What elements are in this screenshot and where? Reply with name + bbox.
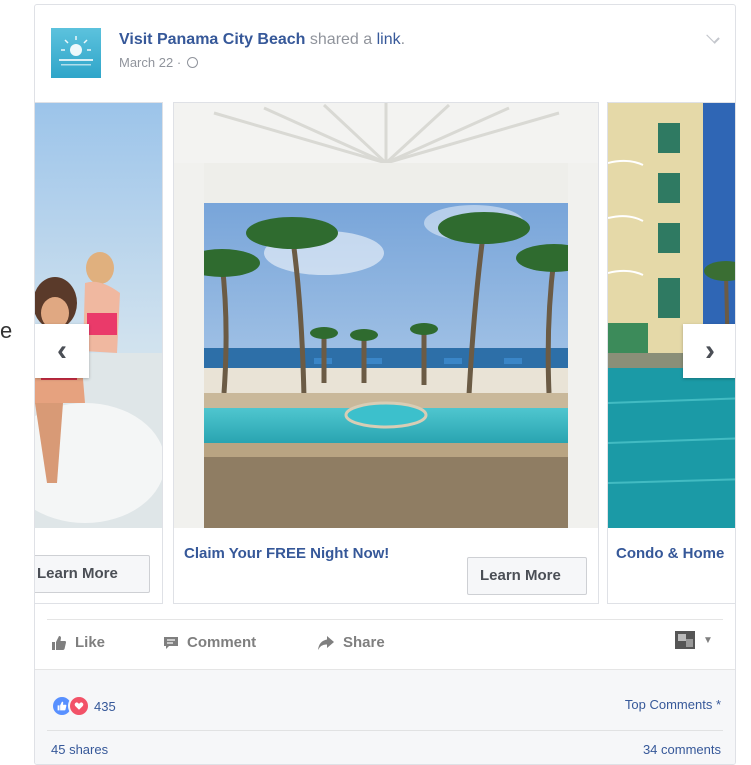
shared-text: shared a <box>305 31 377 48</box>
like-button[interactable]: Like <box>51 634 105 651</box>
page-name-link[interactable]: Visit Panama City Beach <box>119 31 305 48</box>
like-label: Like <box>75 634 106 651</box>
post-header: Visit Panama City Beach shared a link. M… <box>35 5 735 95</box>
carousel-slide-2[interactable]: Claim Your FREE Night Now! Learn More <box>173 102 599 604</box>
share-label: Share <box>343 634 385 651</box>
comment-icon <box>164 636 178 649</box>
reaction-count[interactable]: 435 <box>94 699 116 714</box>
divider <box>47 730 723 731</box>
love-icon <box>68 695 90 717</box>
comment-label: Comment <box>187 634 257 651</box>
reaction-summary[interactable]: 435 <box>51 695 116 717</box>
share-icon <box>318 635 334 650</box>
page-avatar[interactable] <box>51 28 101 78</box>
sun-logo-icon <box>59 36 93 66</box>
slide-image-pool[interactable] <box>174 103 598 528</box>
divider <box>47 619 723 620</box>
slide-caption[interactable]: Condo & Home <box>616 545 724 562</box>
post-card: Visit Panama City Beach shared a link. M… <box>34 4 736 765</box>
stray-text-fragment: e <box>0 318 13 343</box>
post-headline: Visit Panama City Beach shared a link. <box>119 31 405 49</box>
arrow-right-icon[interactable]: › <box>683 324 735 378</box>
share-button[interactable]: Share <box>317 634 385 651</box>
post-as-selector[interactable]: ▼ <box>675 631 713 649</box>
thumbs-up-icon <box>52 635 66 650</box>
post-meta: March 22 · <box>119 55 198 70</box>
headline-period: . <box>400 31 406 48</box>
carousel: Learn More Claim Your FREE Night Now! Le… <box>35 102 735 604</box>
post-date[interactable]: March 22 <box>119 55 173 70</box>
link-word[interactable]: link <box>377 31 401 48</box>
engagement-summary: 435 Top Comments * 45 shares 34 comments <box>35 669 735 764</box>
arrow-left-icon[interactable]: ‹ <box>35 324 89 378</box>
slide-image-condo[interactable] <box>608 103 735 528</box>
date-separator: · <box>173 55 185 70</box>
comment-button[interactable]: Comment <box>163 634 256 651</box>
chevron-down-icon[interactable] <box>706 30 720 44</box>
globe-icon <box>186 57 198 68</box>
learn-more-button[interactable]: Learn More <box>35 555 150 593</box>
slide-caption[interactable]: Claim Your FREE Night Now! <box>184 545 389 562</box>
top-comments-toggle[interactable]: Top Comments * <box>625 697 721 712</box>
action-bar: Like Comment Share ▼ <box>35 619 735 665</box>
shares-count[interactable]: 45 shares <box>51 742 108 757</box>
profile-thumbnail-icon <box>675 631 695 649</box>
caret-down-icon: ▼ <box>703 634 713 646</box>
slide-image-beach[interactable] <box>35 103 162 528</box>
learn-more-button[interactable]: Learn More <box>467 557 587 595</box>
comments-count[interactable]: 34 comments <box>643 742 721 757</box>
